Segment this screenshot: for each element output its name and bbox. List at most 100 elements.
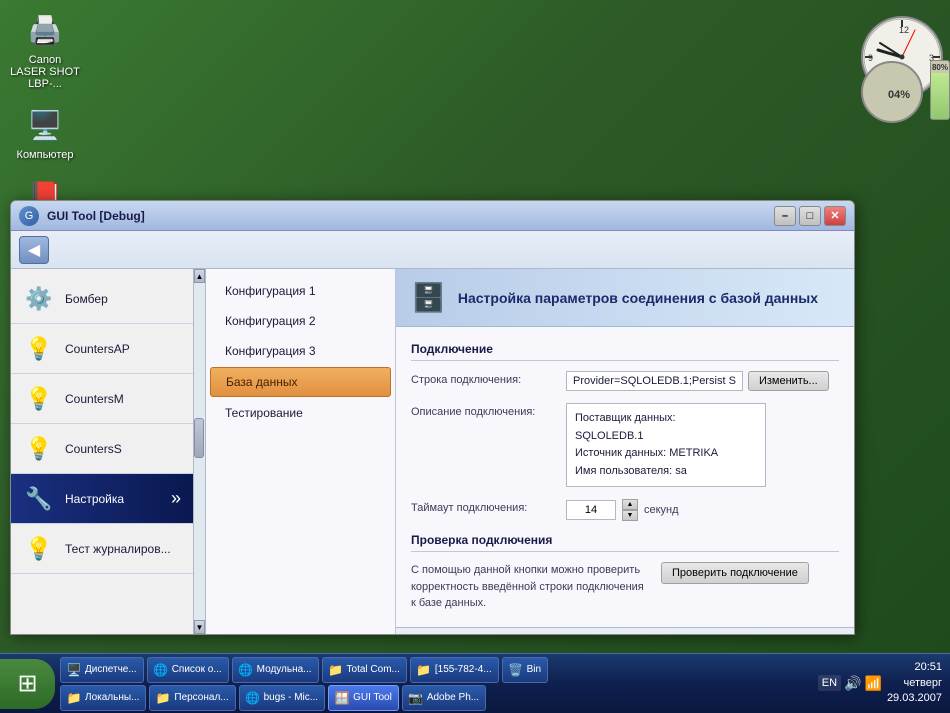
task155-icon: 📁 xyxy=(417,663,431,677)
counterss-icon: 💡 xyxy=(23,433,55,465)
sidebar-scrollbar[interactable]: ▲ ▼ xyxy=(193,269,205,634)
window-title: GUI Tool [Debug] xyxy=(47,209,774,223)
check-section-label: Проверка подключения xyxy=(411,533,839,552)
system-gauges: 04% 80% xyxy=(860,60,950,125)
subnav-config2[interactable]: Конфигурация 2 xyxy=(210,307,391,335)
totalcmd-icon: 📁 xyxy=(329,663,343,677)
detail-title: Настройка параметров соединения с базой … xyxy=(458,290,818,306)
conn-desc-label: Описание подключения: xyxy=(411,403,556,418)
taskbar-local[interactable]: 📁 Локальны... xyxy=(60,685,146,711)
spinner-up-button[interactable]: ▲ xyxy=(622,499,638,510)
connection-section-label: Подключение xyxy=(411,342,839,361)
desktop-icon-printer[interactable]: 🖨️ Canon LASER SHOT LBP-... xyxy=(10,10,80,90)
close-button[interactable]: ✕ xyxy=(824,206,846,226)
subnav-config1[interactable]: Конфигурация 1 xyxy=(210,277,391,305)
subnav-database[interactable]: База данных xyxy=(210,367,391,397)
module-label: Модульна... xyxy=(257,664,312,675)
personal-icon: 📁 xyxy=(156,691,170,705)
taskbar-dispatcher[interactable]: 🖥️ Диспетче... xyxy=(60,657,144,683)
taskbar-clock: 20:51 четверг 29.03.2007 xyxy=(887,660,942,706)
taskbar-guitool[interactable]: 🪟 GUI Tool xyxy=(328,685,399,711)
maximize-button[interactable]: □ xyxy=(799,206,821,226)
conn-desc-line1: Поставщик данных: xyxy=(575,410,757,428)
detail-area: Конфигурация 1 Конфигурация 2 Конфигурац… xyxy=(206,269,854,634)
check-connection-button[interactable]: Проверить подключение xyxy=(661,562,809,584)
guitool-label: GUI Tool xyxy=(353,692,392,703)
back-icon: ◀ xyxy=(28,240,40,260)
start-button[interactable]: ⊞ xyxy=(0,659,55,709)
change-button[interactable]: Изменить... xyxy=(748,371,829,391)
title-bar: G GUI Tool [Debug] – □ ✕ xyxy=(11,201,854,231)
volume-icon[interactable]: 🔊 xyxy=(844,675,861,692)
taskbar-items: 🖥️ Диспетче... 🌐 Список о... 🌐 Модульна.… xyxy=(60,655,818,713)
timeout-row: Таймаут подключения: ▲ ▼ секунд xyxy=(411,499,839,521)
window-body: ⚙️ Бомбер 💡 CountersAP 💡 CountersM 💡 Cou… xyxy=(11,269,854,634)
sidebar-item-nastroika[interactable]: 🔧 Настройка » xyxy=(11,474,193,524)
cpu-gauge: 04% xyxy=(860,60,925,125)
countersap-icon: 💡 xyxy=(23,333,55,365)
connection-desc-row: Описание подключения: Поставщик данных: … xyxy=(411,403,839,487)
spinner-down-button[interactable]: ▼ xyxy=(622,510,638,521)
conn-desc-line4: Имя пользователя: sa xyxy=(575,463,757,481)
countersm-label: CountersM xyxy=(65,392,124,406)
module-icon: 🌐 xyxy=(239,663,253,677)
sidebar-item-testlog[interactable]: 💡 Тест журналиров... xyxy=(11,524,193,574)
taskbar-module[interactable]: 🌐 Модульна... xyxy=(232,657,319,683)
totalcmd-label: Total Com... xyxy=(347,664,400,675)
window-controls: – □ ✕ xyxy=(774,206,846,226)
active-arrow: » xyxy=(171,488,181,509)
sidebar-item-countersm[interactable]: 💡 CountersM xyxy=(11,374,193,424)
local-label: Локальны... xyxy=(85,692,139,703)
taskbar-right: EN 🔊 📶 20:51 четверг 29.03.2007 xyxy=(818,660,950,706)
testlog-icon: 💡 xyxy=(23,533,55,565)
timeout-label: Таймаут подключения: xyxy=(411,499,556,514)
bin-icon: 🗑️ xyxy=(509,663,523,677)
systray: EN 🔊 📶 xyxy=(818,675,882,692)
conn-desc-line2: SQLOLEDB.1 xyxy=(575,428,757,446)
minimize-button[interactable]: – xyxy=(774,206,796,226)
sidebar: ⚙️ Бомбер 💡 CountersAP 💡 CountersM 💡 Cou… xyxy=(11,269,193,634)
personal-label: Персонал... xyxy=(174,692,228,703)
printer-label: Canon LASER SHOT LBP-... xyxy=(10,54,80,90)
dispatcher-label: Диспетче... xyxy=(85,664,137,675)
scroll-track xyxy=(194,283,205,620)
subnav-testing[interactable]: Тестирование xyxy=(210,399,391,427)
bomber-icon: ⚙️ xyxy=(23,283,55,315)
memory-bar: 80% xyxy=(930,60,950,120)
app-icon: G xyxy=(19,206,39,226)
taskbar-bin[interactable]: 🗑️ Bin xyxy=(502,657,548,683)
taskbar-totalcmd[interactable]: 📁 Total Com... xyxy=(322,657,407,683)
conn-string-label: Строка подключения: xyxy=(411,371,556,386)
check-connection-row: С помощью данной кнопки можно проверить … xyxy=(411,562,839,612)
sidebar-item-counterss[interactable]: 💡 CountersS xyxy=(11,424,193,474)
content-panel: Конфигурация 1 Конфигурация 2 Конфигурац… xyxy=(206,269,854,634)
list-label: Список о... xyxy=(172,664,222,675)
desktop-icon-computer[interactable]: 🖥️ Компьютер xyxy=(10,105,80,161)
adobeph-label: Adobe Ph... xyxy=(427,692,479,703)
bugs-label: bugs - Mic... xyxy=(264,692,318,703)
scroll-up-button[interactable]: ▲ xyxy=(194,269,205,283)
sidebar-item-bomber[interactable]: ⚙️ Бомбер xyxy=(11,274,193,324)
taskbar-personal[interactable]: 📁 Персонал... xyxy=(149,685,235,711)
language-indicator[interactable]: EN xyxy=(818,675,841,691)
taskbar-list[interactable]: 🌐 Список о... xyxy=(147,657,229,683)
sidebar-container: ⚙️ Бомбер 💡 CountersAP 💡 CountersM 💡 Cou… xyxy=(11,269,206,634)
local-icon: 📁 xyxy=(67,691,81,705)
timeout-input[interactable] xyxy=(566,500,616,520)
subnav-config3[interactable]: Конфигурация 3 xyxy=(210,337,391,365)
sidebar-item-countersap[interactable]: 💡 CountersAP xyxy=(11,324,193,374)
scroll-thumb[interactable] xyxy=(194,418,204,458)
guitool-icon: 🪟 xyxy=(335,691,349,705)
scroll-down-button[interactable]: ▼ xyxy=(194,620,205,634)
back-button[interactable]: ◀ xyxy=(19,236,49,264)
network-icon: 📶 xyxy=(865,675,882,692)
taskbar-adobe-ph[interactable]: 📷 Adobe Ph... xyxy=(402,685,486,711)
nastroika-icon: 🔧 xyxy=(23,483,55,515)
clock-time: 20:51 xyxy=(887,660,942,675)
taskbar-bugs[interactable]: 🌐 bugs - Mic... xyxy=(239,685,325,711)
sub-navigation: Конфигурация 1 Конфигурация 2 Конфигурац… xyxy=(206,269,396,634)
computer-icon: 🖥️ xyxy=(25,105,65,145)
spinner-buttons: ▲ ▼ xyxy=(622,499,638,521)
taskbar-task155[interactable]: 📁 [155-782-4... xyxy=(410,657,499,683)
computer-label: Компьютер xyxy=(17,149,74,161)
